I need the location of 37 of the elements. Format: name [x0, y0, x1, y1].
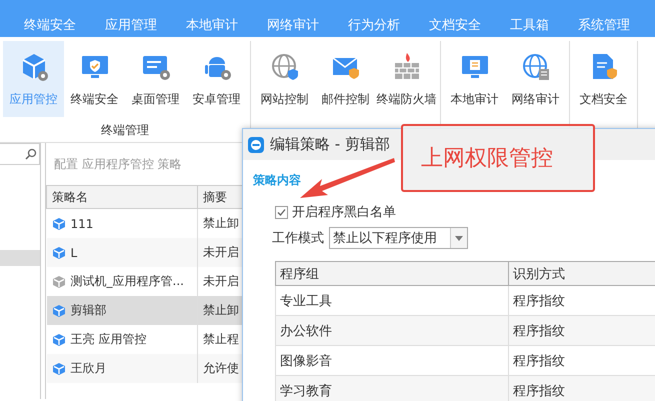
ribbon-group-label: 终端管理 [100, 122, 150, 139]
ribbon-button[interactable]: 终端安全 [64, 41, 125, 117]
ribbon-button[interactable]: 邮件控制 [315, 41, 376, 117]
table-cell: 程序指纹 [508, 376, 655, 401]
ribbon-button[interactable]: 安卓管理 [186, 41, 247, 117]
ribbon-button[interactable]: 网络审计 [505, 41, 566, 117]
annotation-callout: 上网权限管控 [401, 124, 595, 192]
checkbox[interactable] [275, 206, 288, 218]
table-cell: 程序指纹 [508, 316, 655, 346]
policy-name: 111 [70, 216, 94, 230]
policy-name: 王欣月 [70, 360, 106, 377]
table-cell: 学习教育 [276, 376, 508, 401]
table-cell[interactable]: 王欣月 [46, 354, 198, 383]
ribbon-button[interactable]: 桌面管理 [125, 41, 186, 117]
table-cell[interactable]: 剪辑部 [46, 296, 198, 325]
column-header[interactable]: 策略名 [46, 186, 198, 208]
ribbon-button[interactable]: 终端防火墙 [376, 41, 437, 117]
ribbon-button[interactable]: 网站控制 [254, 41, 315, 117]
policy-name: 测试机_应用程序管... [70, 273, 184, 290]
app-logo-icon [248, 136, 264, 152]
field-label: 工作模式 [272, 230, 324, 247]
mode-dropdown[interactable]: 禁止以下程序使用 [329, 227, 468, 249]
ribbon-button[interactable]: 本地审计 [444, 41, 505, 117]
search-icon [25, 148, 37, 160]
policy-name: 王亮 应用管控 [70, 331, 146, 348]
policy-name: L [70, 246, 78, 260]
dialog-title: 编辑策略 - 剪辑部 [270, 135, 390, 154]
checkbox-label: 开启程序黑白名单 [292, 204, 396, 221]
column-header[interactable]: 程序组 [276, 262, 508, 286]
table-cell[interactable]: L [46, 238, 198, 267]
panel-heading: 配置 应用程序管控 策略 [53, 156, 183, 173]
search-field[interactable] [0, 143, 40, 165]
column-header[interactable]: 识别方式 [508, 262, 655, 286]
table-cell: 办公软件 [276, 316, 508, 346]
caret-icon [455, 236, 463, 240]
ribbon-button[interactable]: 文档安全 [573, 41, 634, 117]
policy-name: 剪辑部 [70, 302, 106, 319]
